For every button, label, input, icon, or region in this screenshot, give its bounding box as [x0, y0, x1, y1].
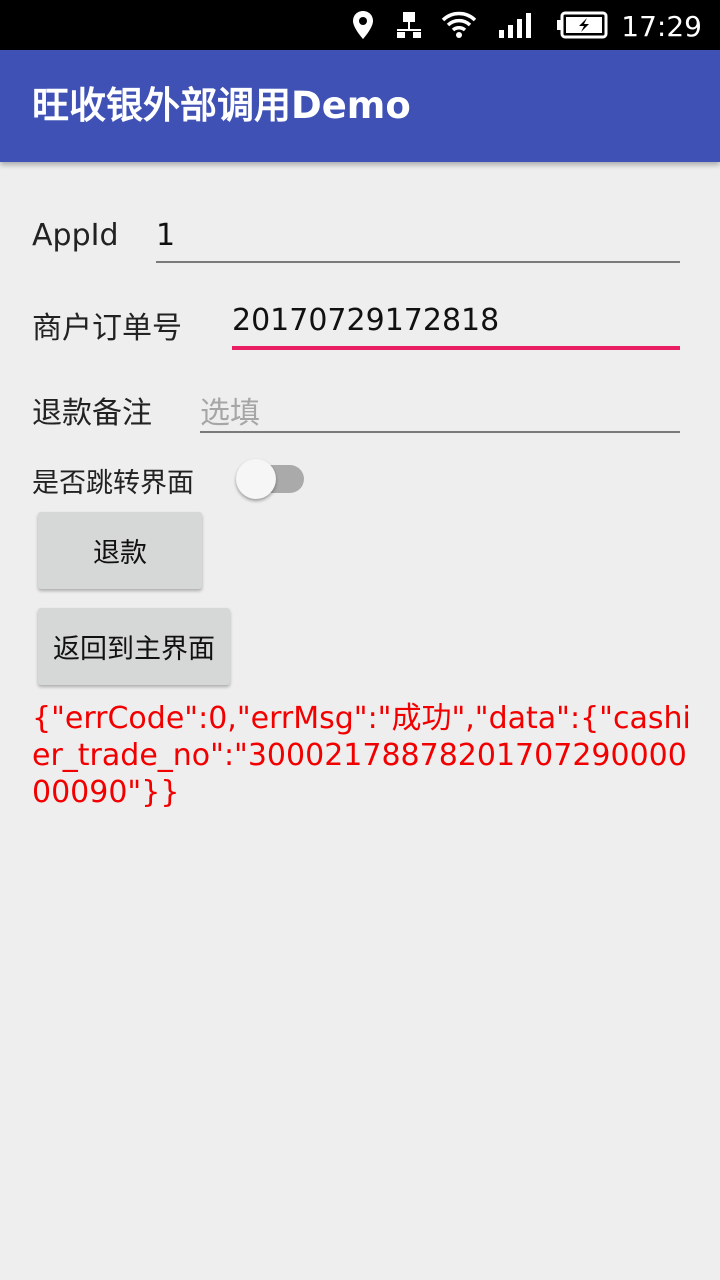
appid-underline [156, 261, 680, 263]
wifi-icon [440, 0, 478, 50]
status-clock: 17:29 [621, 10, 702, 43]
appid-field[interactable]: 1 [156, 218, 680, 263]
back-to-main-button[interactable]: 返回到主界面 [38, 608, 230, 685]
network-icon [394, 0, 424, 50]
order-no-underline [232, 346, 680, 350]
order-no-field[interactable]: 20170729172818 [232, 303, 680, 350]
refund-note-placeholder: 选填 [200, 396, 260, 431]
battery-icon [554, 0, 610, 50]
jump-switch-label: 是否跳转界面 [32, 468, 194, 499]
app-title: 旺收银外部调用Demo [32, 84, 411, 127]
status-bar: 17:29 [0, 0, 720, 50]
refund-note-underline [200, 431, 680, 433]
refund-button[interactable]: 退款 [38, 512, 202, 589]
location-icon [350, 0, 376, 50]
appid-value: 1 [156, 218, 176, 253]
jump-switch[interactable] [236, 459, 308, 499]
app-bar: 旺收银外部调用Demo [0, 50, 720, 162]
order-no-value: 20170729172818 [232, 303, 500, 338]
appid-label: AppId [32, 218, 119, 253]
refund-note-field[interactable]: 选填 [200, 388, 680, 433]
order-no-label: 商户订单号 [32, 311, 182, 346]
result-text: {"errCode":0,"errMsg":"成功","data":{"cash… [32, 701, 691, 810]
signal-icon [496, 0, 536, 50]
refund-note-label: 退款备注 [32, 396, 152, 431]
switch-thumb [236, 459, 276, 499]
